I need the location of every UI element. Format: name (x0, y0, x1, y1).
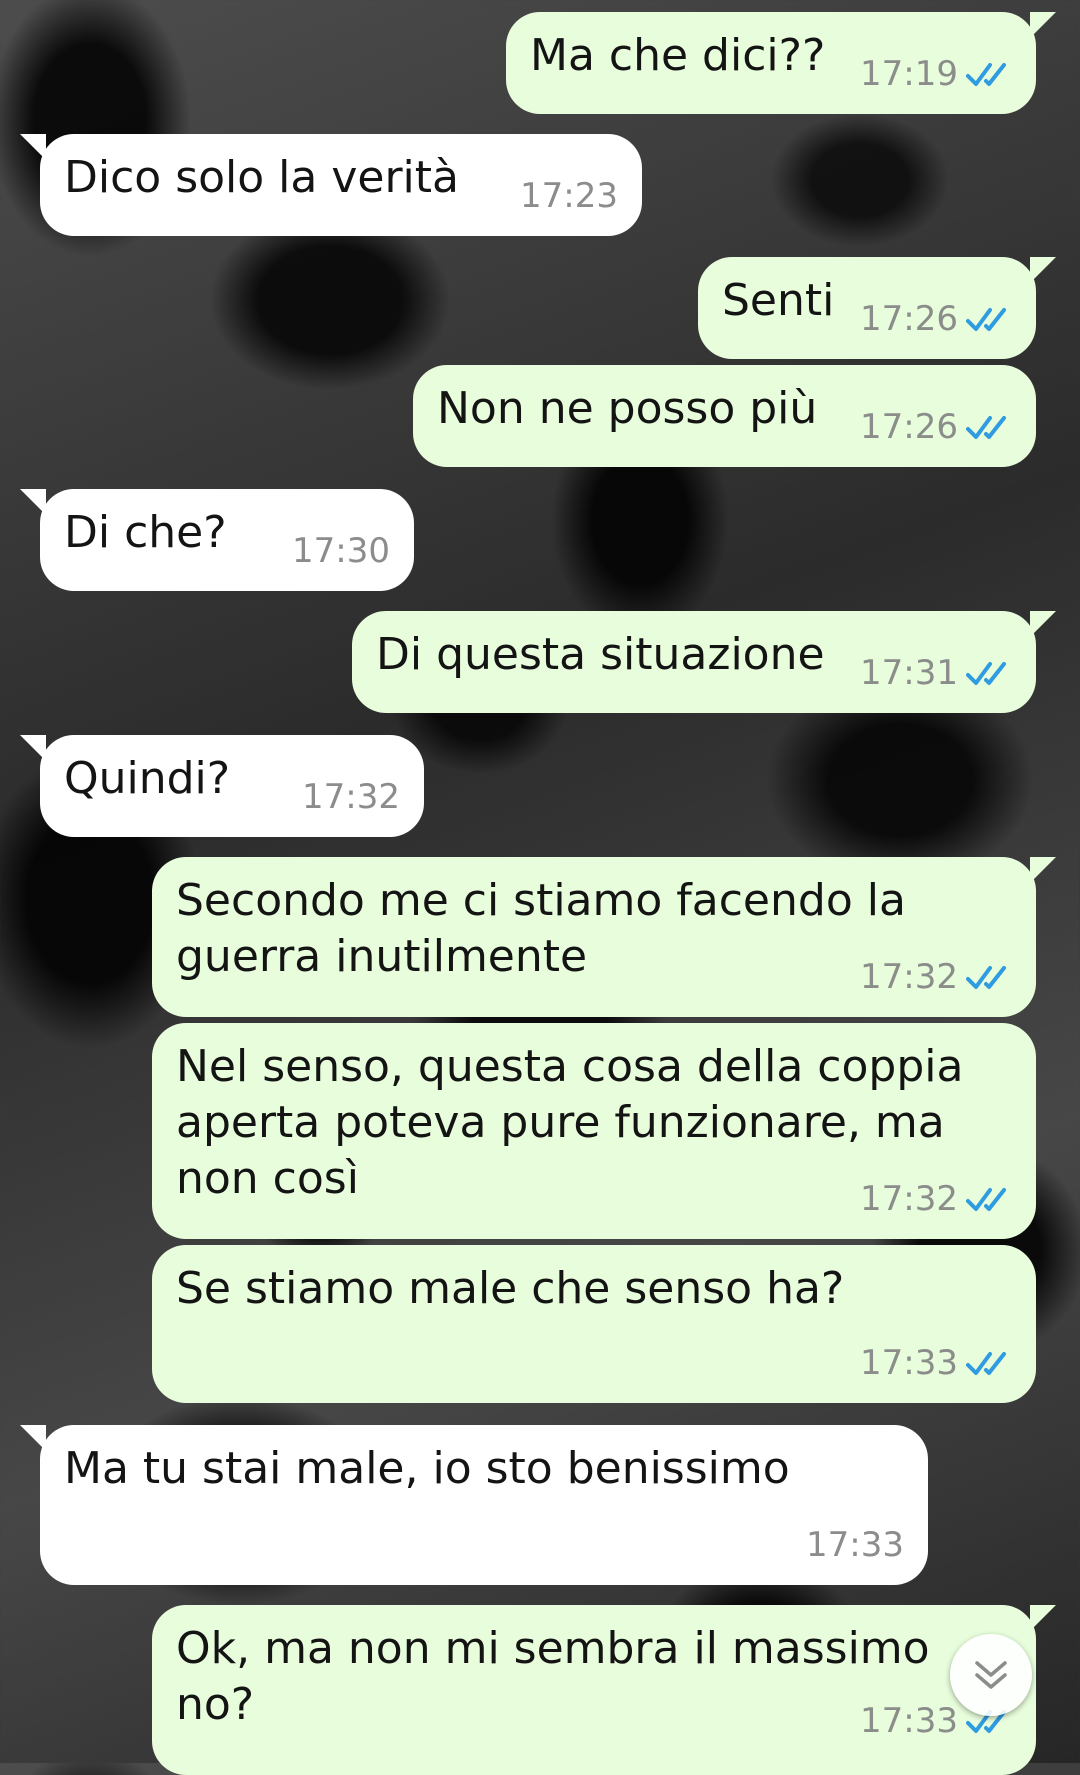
message-meta: 17:26 (860, 407, 1012, 447)
message-meta: 17:23 (520, 176, 618, 216)
double-check-icon (966, 966, 1006, 989)
bubble-tail (20, 489, 46, 515)
message-bubble-outgoing[interactable]: Di questa situazione 17:31 (352, 611, 1056, 713)
double-check-icon (966, 308, 1006, 331)
message-bubble-outgoing[interactable]: Ma che dici?? 17:19 (506, 12, 1056, 114)
message-meta: 17:32 (860, 1179, 1012, 1219)
message-bubble-outgoing[interactable]: Nel senso, questa cosa della coppia aper… (152, 1023, 1036, 1239)
message-bubble-incoming[interactable]: Ma tu stai male, io sto benissimo 17:33 (20, 1425, 928, 1585)
message-time: 17:19 (860, 54, 958, 94)
bubble-tail (1030, 1605, 1056, 1631)
message-bubble-outgoing[interactable]: Se stiamo male che senso ha? 17:33 (152, 1245, 1036, 1403)
message-meta: 17:30 (292, 531, 390, 571)
chevron-down-icon (975, 1661, 1007, 1689)
message-bubble-incoming[interactable]: Di che? 17:30 (20, 489, 414, 591)
scroll-to-bottom-button[interactable] (950, 1634, 1032, 1716)
double-check-icon (966, 63, 1006, 86)
chat-thread: Ma che dici?? 17:19 Dico solo la verità … (0, 0, 1080, 1775)
bubble-tail (1030, 257, 1056, 283)
bubble-tail (20, 1425, 46, 1451)
message-time: 17:31 (860, 653, 958, 693)
message-meta: 17:32 (302, 777, 400, 817)
message-bubble-outgoing[interactable]: Ok, ma non mi sembra il massimo no? 17:3… (152, 1605, 1056, 1775)
message-time: 17:32 (302, 777, 400, 817)
bubble-tail (20, 735, 46, 761)
bubble-tail (1030, 611, 1056, 637)
message-bubble-outgoing[interactable]: Senti 17:26 (698, 257, 1056, 359)
message-time: 17:23 (520, 176, 618, 216)
message-meta: 17:31 (860, 653, 1012, 693)
message-time: 17:32 (860, 957, 958, 997)
bubble-tail (1030, 12, 1056, 38)
message-text: Ma tu stai male, io sto benissimo (64, 1443, 790, 1494)
message-meta: 17:33 (860, 1343, 1012, 1383)
bubble-tail (1030, 857, 1056, 883)
message-bubble-outgoing[interactable]: Secondo me ci stiamo facendo la guerra i… (152, 857, 1056, 1017)
message-text: Se stiamo male che senso ha? (176, 1263, 845, 1314)
message-bubble-outgoing[interactable]: Non ne posso più 17:26 (413, 365, 1036, 467)
message-meta: 17:33 (806, 1525, 904, 1565)
message-time: 17:26 (860, 299, 958, 339)
message-time: 17:33 (806, 1525, 904, 1565)
double-check-icon (966, 1352, 1006, 1375)
message-time: 17:33 (860, 1701, 958, 1741)
double-check-icon (966, 662, 1006, 685)
message-time: 17:33 (860, 1343, 958, 1383)
double-check-icon (966, 1188, 1006, 1211)
message-meta: 17:19 (860, 54, 1012, 94)
message-time: 17:30 (292, 531, 390, 571)
message-bubble-incoming[interactable]: Quindi? 17:32 (20, 735, 424, 837)
message-meta: 17:26 (860, 299, 1012, 339)
message-meta: 17:32 (860, 957, 1012, 997)
message-bubble-incoming[interactable]: Dico solo la verità 17:23 (20, 134, 642, 236)
bubble-tail (20, 134, 46, 160)
message-time: 17:26 (860, 407, 958, 447)
message-time: 17:32 (860, 1179, 958, 1219)
double-check-icon (966, 416, 1006, 439)
